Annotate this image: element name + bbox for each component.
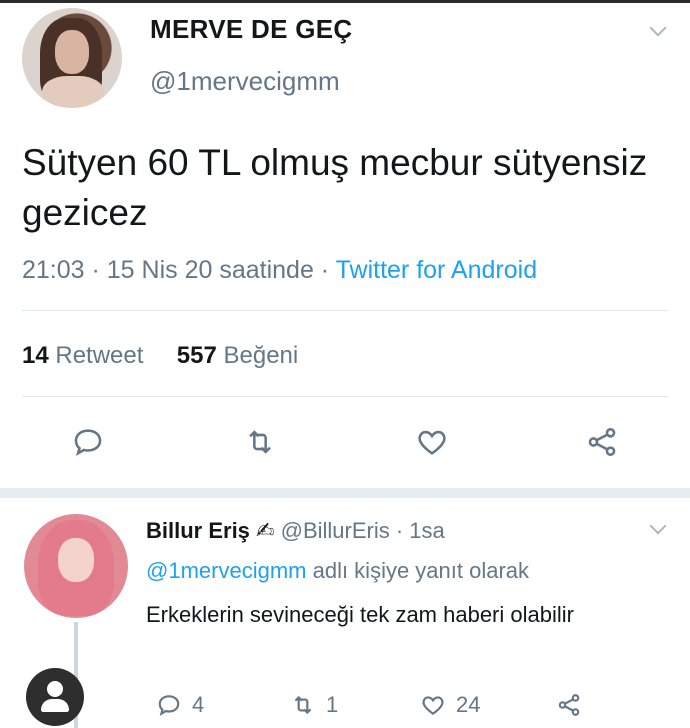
like-icon [422,696,444,715]
retweet-label[interactable]: Retweet [55,342,143,369]
author-handle[interactable]: @1mervecigmm [150,66,340,97]
replying-to-label: adlı kişiye yanıt olarak [312,558,530,583]
tweet-text: Sütyen 60 TL olmuş mecbur sütyensiz gezi… [22,142,648,233]
author-display-name[interactable]: MERVE DE GEÇ [150,14,353,45]
tweet-timestamp: 21:03 · 15 Nis 20 saatinde [22,256,314,284]
reply-author-name[interactable]: Billur Eriş [146,518,250,543]
retweet-icon [294,695,312,715]
retweet-button[interactable] [240,422,280,462]
section-separator [0,488,690,498]
person-icon [47,681,63,697]
like-label[interactable]: Beğeni [223,342,298,369]
reply-reply-button[interactable]: 4 [156,688,204,722]
tweet-stats: 14 Retweet 557 Beğeni [22,342,298,370]
author-avatar[interactable] [22,8,122,108]
share-button[interactable] [582,422,622,462]
reply-timestamp: · 1sa [395,518,445,543]
replying-to-mention[interactable]: @1mervecigmm [146,558,306,583]
reply-retweet-button[interactable]: 1 [290,688,338,722]
reply-header: Billur Eriş ✍ @BillurEris · 1sa [146,518,445,544]
like-icon [418,430,446,455]
reply-like-button[interactable]: 24 [420,688,480,722]
retweet-icon [249,430,271,454]
reply-retweet-count: 1 [326,692,339,717]
reply-author-avatar[interactable] [24,514,128,618]
chevron-down-icon[interactable] [649,19,667,37]
reply-icon [158,695,180,716]
reply-reply-count: 4 [192,692,205,717]
divider [22,310,668,311]
replying-to: @1mervecigmm adlı kişiye yanıt olarak [146,558,529,584]
reply-text: Erkeklerin sevineceği tek zam haberi ola… [146,602,574,627]
writing-hand-icon: ✍ [256,518,275,543]
tweet-meta: 21:03 · 15 Nis 20 saatinde · Twitter for… [22,256,537,285]
like-button[interactable] [412,422,452,462]
reply-icon [74,429,102,457]
top-border [0,0,690,3]
share-icon [588,427,616,457]
reply-like-count: 24 [456,692,481,717]
retweet-count[interactable]: 14 [22,342,49,369]
divider [22,396,668,397]
reply-author-handle[interactable]: @BillurEris [281,518,390,543]
chevron-down-icon[interactable] [649,517,667,535]
meta-separator: · [313,256,336,284]
share-icon [558,694,580,716]
tweet-source-link[interactable]: Twitter for Android [336,256,537,284]
reply-button[interactable] [68,422,108,462]
reply-share-button[interactable] [556,688,592,722]
like-count[interactable]: 557 [177,342,217,369]
profile-button[interactable] [26,668,84,726]
